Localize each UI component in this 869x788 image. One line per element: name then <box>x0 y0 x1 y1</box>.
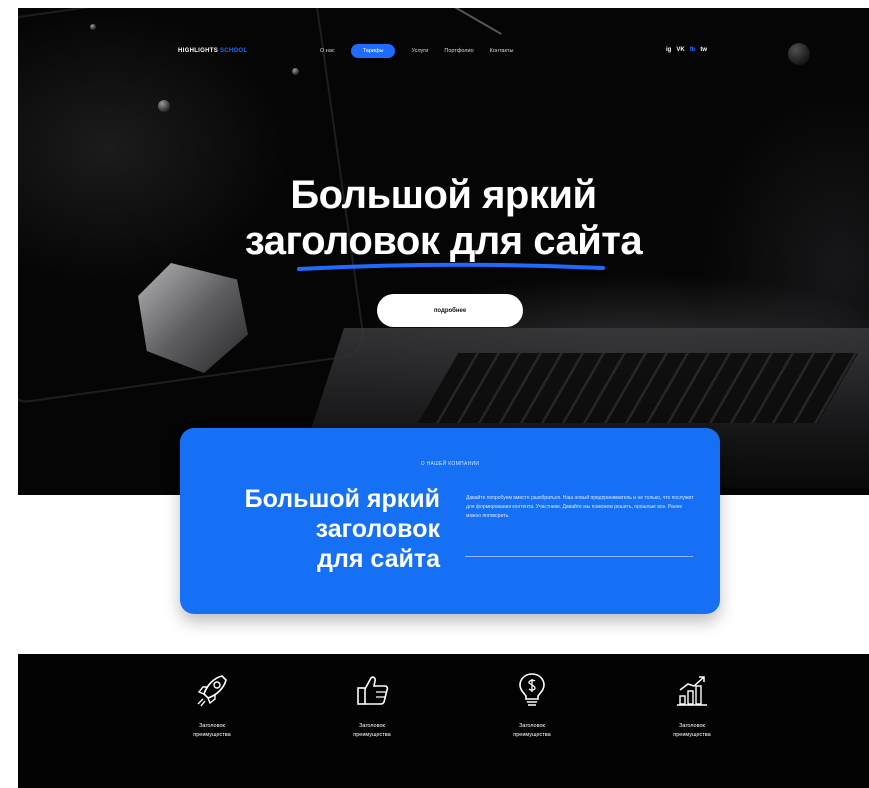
hero-title-line: заголовок для сайта <box>244 219 643 263</box>
feature-title: Заголовок <box>199 723 225 729</box>
top-navigation: HIGHLIGHTS SCHOOL О нас Тарифы Услуги По… <box>18 40 869 66</box>
logo[interactable]: HIGHLIGHTS SCHOOL <box>178 48 247 54</box>
features-section: Заголовок преимущества Заголовок преимущ… <box>18 654 869 788</box>
card-title-line: для сайта <box>317 545 440 573</box>
feature-title: Заголовок <box>519 723 545 729</box>
card-kicker: О НАШЕЙ КОМПАНИИ <box>420 461 480 467</box>
card-title: Большой яркий заголовок для сайта <box>194 484 440 574</box>
rocket-icon <box>197 675 227 707</box>
feature-subtitle: преимущества <box>353 732 391 738</box>
hero-title: Большой яркий заголовок для сайта <box>18 172 869 264</box>
card-description: Давайте попробуем вместе разобраться. На… <box>466 495 694 519</box>
about-card: О НАШЕЙ КОМПАНИИ Большой яркий заголовок… <box>180 428 720 614</box>
feature-item: Заголовок преимущества <box>482 670 582 740</box>
keyboard-decoration <box>417 353 859 423</box>
menu-item-contacts[interactable]: Контакты <box>490 44 514 58</box>
social-links: ig VK fb tw <box>666 47 712 53</box>
logo-main: HIGHLIGHTS <box>178 48 218 54</box>
feature-title: Заголовок <box>359 723 385 729</box>
sphere-decoration <box>158 100 170 112</box>
feature-subtitle: преимущества <box>673 732 711 738</box>
twitter-icon[interactable]: tw <box>700 47 707 53</box>
thumbs-up-icon <box>357 676 389 705</box>
title-underline <box>297 262 605 271</box>
hero-title-line: Большой яркий <box>290 173 597 217</box>
feature-title: Заголовок <box>679 723 705 729</box>
sphere-decoration <box>292 68 299 75</box>
feature-subtitle: преимущества <box>513 732 551 738</box>
feature-item: Заголовок преимущества <box>322 670 422 740</box>
feature-label: Заголовок преимущества <box>162 722 262 740</box>
feature-label: Заголовок преимущества <box>642 722 742 740</box>
logo-accent: SCHOOL <box>219 48 248 54</box>
details-button[interactable]: подробнее <box>377 294 523 327</box>
feature-subtitle: преимущества <box>193 732 231 738</box>
lightbulb-dollar-icon <box>519 673 545 706</box>
vk-icon[interactable]: VK <box>676 47 684 53</box>
card-title-line: заголовок <box>315 515 440 543</box>
main-menu: О нас Тарифы Услуги Портфолио Контакты <box>320 44 529 58</box>
sphere-decoration <box>90 24 96 30</box>
feature-item: Заголовок преимущества <box>642 670 742 740</box>
menu-item-tariffs[interactable]: Тарифы <box>350 44 396 58</box>
page: HIGHLIGHTS SCHOOL О нас Тарифы Услуги По… <box>0 0 869 788</box>
feature-label: Заголовок преимущества <box>322 722 422 740</box>
growth-chart-icon <box>677 676 707 706</box>
menu-item-services[interactable]: Услуги <box>411 44 428 58</box>
feature-item: Заголовок преимущества <box>162 670 262 740</box>
feature-label: Заголовок преимущества <box>482 722 582 740</box>
card-divider <box>465 556 693 557</box>
facebook-icon[interactable]: fb <box>690 47 696 53</box>
card-title-line: Большой яркий <box>244 485 440 513</box>
menu-item-portfolio[interactable]: Портфолио <box>444 44 473 58</box>
menu-item-about[interactable]: О нас <box>320 44 335 58</box>
instagram-icon[interactable]: ig <box>666 47 671 53</box>
